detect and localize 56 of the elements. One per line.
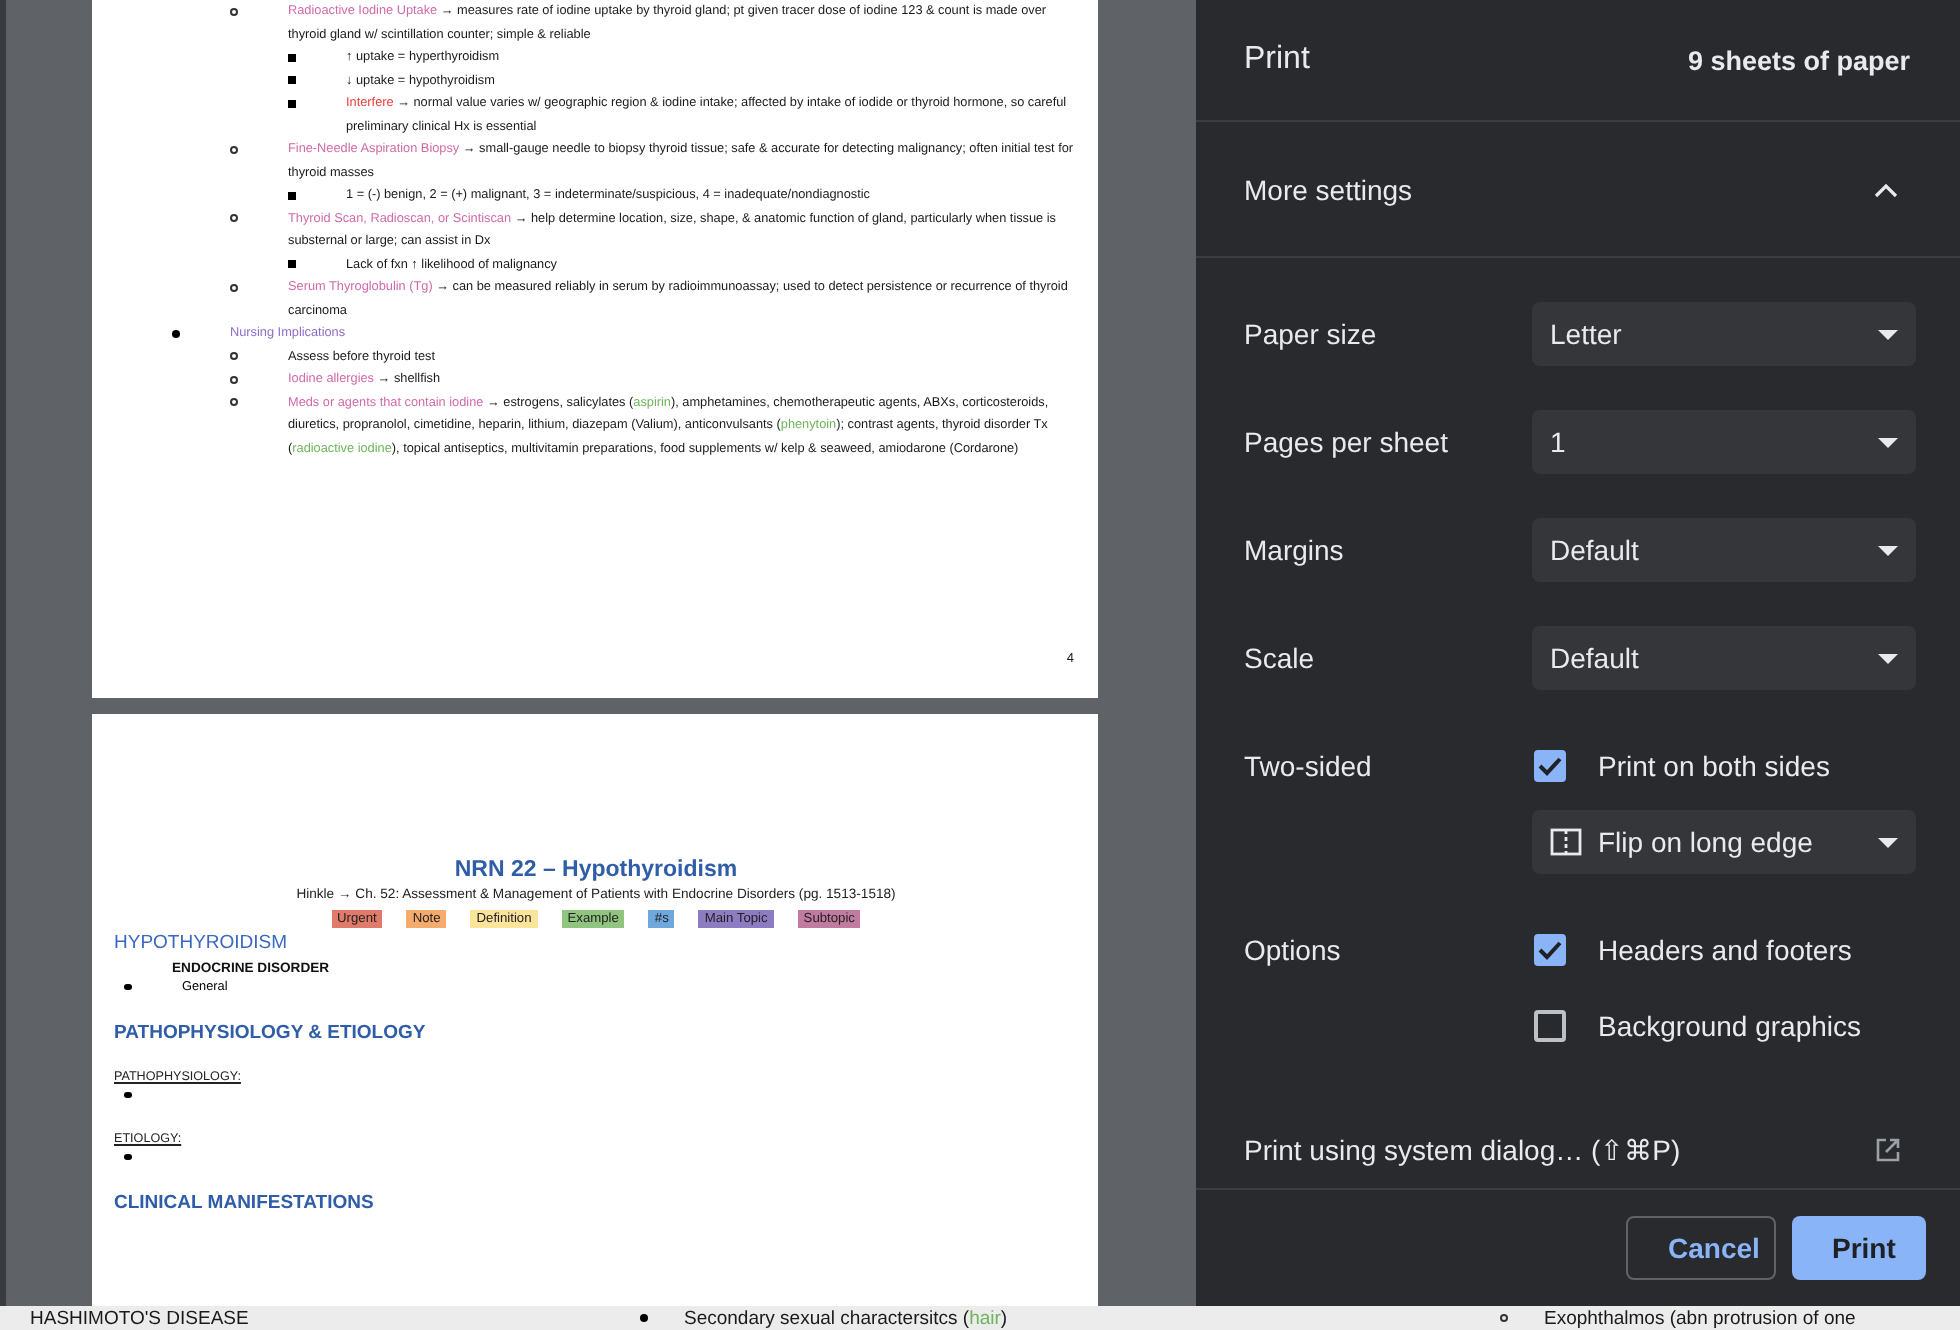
- document-title: NRN 22 – Hypothyroidism: [452, 858, 740, 882]
- bullet-icon: [288, 260, 296, 269]
- bullet-icon: [288, 76, 296, 85]
- bullet-icon: [288, 191, 296, 200]
- checkbox[interactable]: [1534, 750, 1566, 782]
- external-link-icon: [1876, 1138, 1900, 1162]
- bullet-icon: [124, 1153, 131, 1161]
- dropdown[interactable]: Default: [1532, 626, 1916, 690]
- checkbox-label: Background graphics: [1598, 1010, 1862, 1042]
- bullet-icon: [230, 398, 238, 407]
- bullet-icon: [640, 1314, 648, 1322]
- bullet-icon: [288, 53, 296, 62]
- document-text: Secondary sexual charactersitcs (hair): [684, 1307, 1008, 1329]
- setting-label: Margins: [1244, 532, 1346, 570]
- checkbox[interactable]: [1534, 934, 1566, 966]
- bullet-icon: [230, 145, 238, 154]
- bullet-icon: [230, 214, 238, 223]
- more-settings-toggle[interactable]: More settings: [1196, 122, 1960, 258]
- chevron-icon: [1874, 181, 1898, 197]
- caret-icon: [1878, 545, 1898, 555]
- caret-icon: [1878, 329, 1898, 339]
- setting-label: Two-sided: [1244, 748, 1374, 786]
- bullet-icon: [230, 352, 238, 361]
- bullet-icon: [1500, 1314, 1508, 1322]
- dropdown[interactable]: Default: [1532, 518, 1916, 582]
- system-dialog-link[interactable]: Print using system dialog… (⇧⌘P): [1244, 1134, 1681, 1166]
- bullet-icon: [230, 7, 238, 16]
- dropdown[interactable]: Flip on long edge: [1532, 810, 1916, 874]
- bullet-icon: [124, 1091, 131, 1099]
- checkbox[interactable]: [1534, 1010, 1566, 1042]
- bullet-icon: [230, 375, 238, 384]
- bullet-icon: [124, 983, 131, 991]
- setting-label: Pages per sheet: [1244, 424, 1450, 462]
- checkbox-label: Print on both sides: [1598, 750, 1830, 782]
- print-button[interactable]: Print: [1792, 1216, 1926, 1280]
- caret-icon: [1878, 837, 1898, 847]
- bullet-icon: [230, 283, 238, 292]
- flip-icon: [1550, 828, 1582, 856]
- bullet-icon: [172, 329, 180, 338]
- section-heading: CLINICAL MANIFESTATIONS: [114, 1192, 376, 1214]
- sheet-count: 9 sheets of paper: [1687, 45, 1910, 75]
- caret-icon: [1878, 653, 1898, 663]
- setting-label: Options: [1244, 932, 1343, 970]
- section-heading: PATHOPHYSIOLOGY & ETIOLOGY: [114, 1022, 428, 1044]
- checkbox-label: Headers and footers: [1598, 934, 1852, 966]
- section-heading: HYPOTHYROIDISM: [114, 932, 290, 954]
- bullet-icon: [288, 99, 296, 108]
- caret-icon: [1878, 437, 1898, 447]
- setting-label: Paper size: [1244, 316, 1379, 354]
- cancel-button[interactable]: Cancel: [1626, 1216, 1776, 1280]
- document-text: HASHIMOTO'S DISEASE: [30, 1307, 249, 1329]
- panel-title: Print: [1244, 42, 1310, 78]
- dropdown[interactable]: 1: [1532, 410, 1916, 474]
- setting-label: Scale: [1244, 640, 1317, 678]
- dropdown[interactable]: Letter: [1532, 302, 1916, 366]
- document-text: Exophthalmos (abn protrusion of one: [1544, 1307, 1856, 1329]
